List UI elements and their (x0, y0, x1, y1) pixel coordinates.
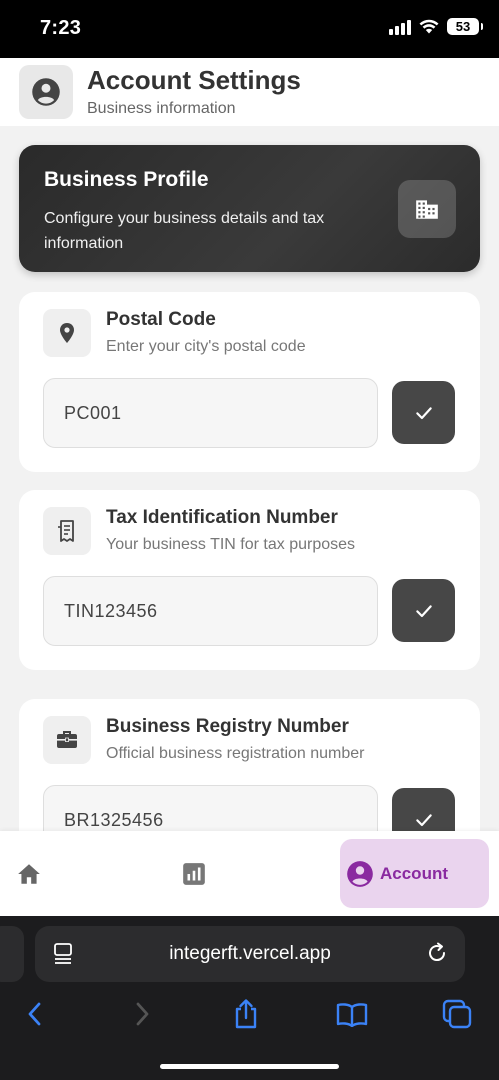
location-pin-icon (43, 309, 91, 357)
field-title: Business Registry Number (106, 716, 349, 737)
url-bar[interactable]: integerft.vercel.app (35, 926, 465, 982)
book-icon (336, 1003, 368, 1027)
checkmark-icon (415, 604, 432, 617)
tax-id-input[interactable] (43, 576, 378, 646)
save-postal-code-button[interactable] (392, 381, 455, 444)
status-time: 7:23 (40, 17, 82, 39)
bottom-nav: Account (0, 831, 499, 916)
chevron-left-icon (28, 1002, 41, 1026)
tabs-button[interactable] (437, 996, 477, 1032)
chevron-right-icon (136, 1002, 149, 1026)
business-profile-title: Business Profile (44, 168, 209, 191)
nav-account-label: Account (380, 863, 448, 883)
postal-code-input[interactable] (43, 378, 378, 448)
previous-tab[interactable] (0, 926, 24, 982)
business-profile-card: Business Profile Configure your business… (19, 145, 480, 272)
nav-home[interactable] (12, 857, 46, 891)
field-subtitle: Enter your city's postal code (106, 338, 306, 355)
cellular-signal-icon (389, 19, 411, 35)
header: Account Settings Business information (0, 58, 499, 126)
business-profile-description: Configure your business details and tax … (44, 210, 325, 252)
home-indicator (160, 1064, 339, 1069)
nav-analytics[interactable] (177, 857, 211, 891)
share-icon (235, 999, 257, 1029)
analytics-icon (183, 863, 205, 885)
back-button[interactable] (15, 996, 55, 1032)
bookmarks-button[interactable] (332, 996, 372, 1032)
checkmark-icon (415, 813, 432, 826)
status-bar: 7:23 53 (0, 0, 499, 58)
receipt-icon (43, 507, 91, 555)
wifi-icon (419, 19, 439, 34)
tabs-icon (442, 999, 472, 1029)
app-screen: Account Settings Business information Bu… (0, 58, 499, 916)
page-title: Account Settings (87, 65, 301, 95)
building-icon (398, 180, 456, 238)
postal-code-card: Postal Code Enter your city's postal cod… (19, 292, 480, 472)
checkmark-icon (415, 406, 432, 419)
field-subtitle: Your business TIN for tax purposes (106, 536, 356, 553)
account-circle-icon (347, 860, 373, 887)
tax-id-card: Tax Identification Number Your business … (19, 490, 480, 670)
briefcase-icon (43, 716, 91, 764)
nav-account[interactable]: Account (340, 839, 489, 908)
page-subtitle: Business information (87, 100, 236, 117)
account-circle-icon (32, 78, 60, 106)
url-text: integerft.vercel.app (169, 943, 331, 964)
share-button[interactable] (226, 996, 266, 1032)
status-icons: 53 (389, 18, 483, 35)
avatar (19, 65, 73, 119)
battery-indicator: 53 (447, 18, 483, 35)
field-title: Postal Code (106, 309, 216, 330)
reload-icon[interactable] (425, 941, 449, 965)
field-title: Tax Identification Number (106, 507, 338, 528)
save-tax-id-button[interactable] (392, 579, 455, 642)
browser-chrome: integerft.vercel.app (0, 916, 499, 1080)
field-subtitle: Official business registration number (106, 745, 365, 762)
forward-button[interactable] (122, 996, 162, 1032)
home-icon (18, 864, 40, 884)
